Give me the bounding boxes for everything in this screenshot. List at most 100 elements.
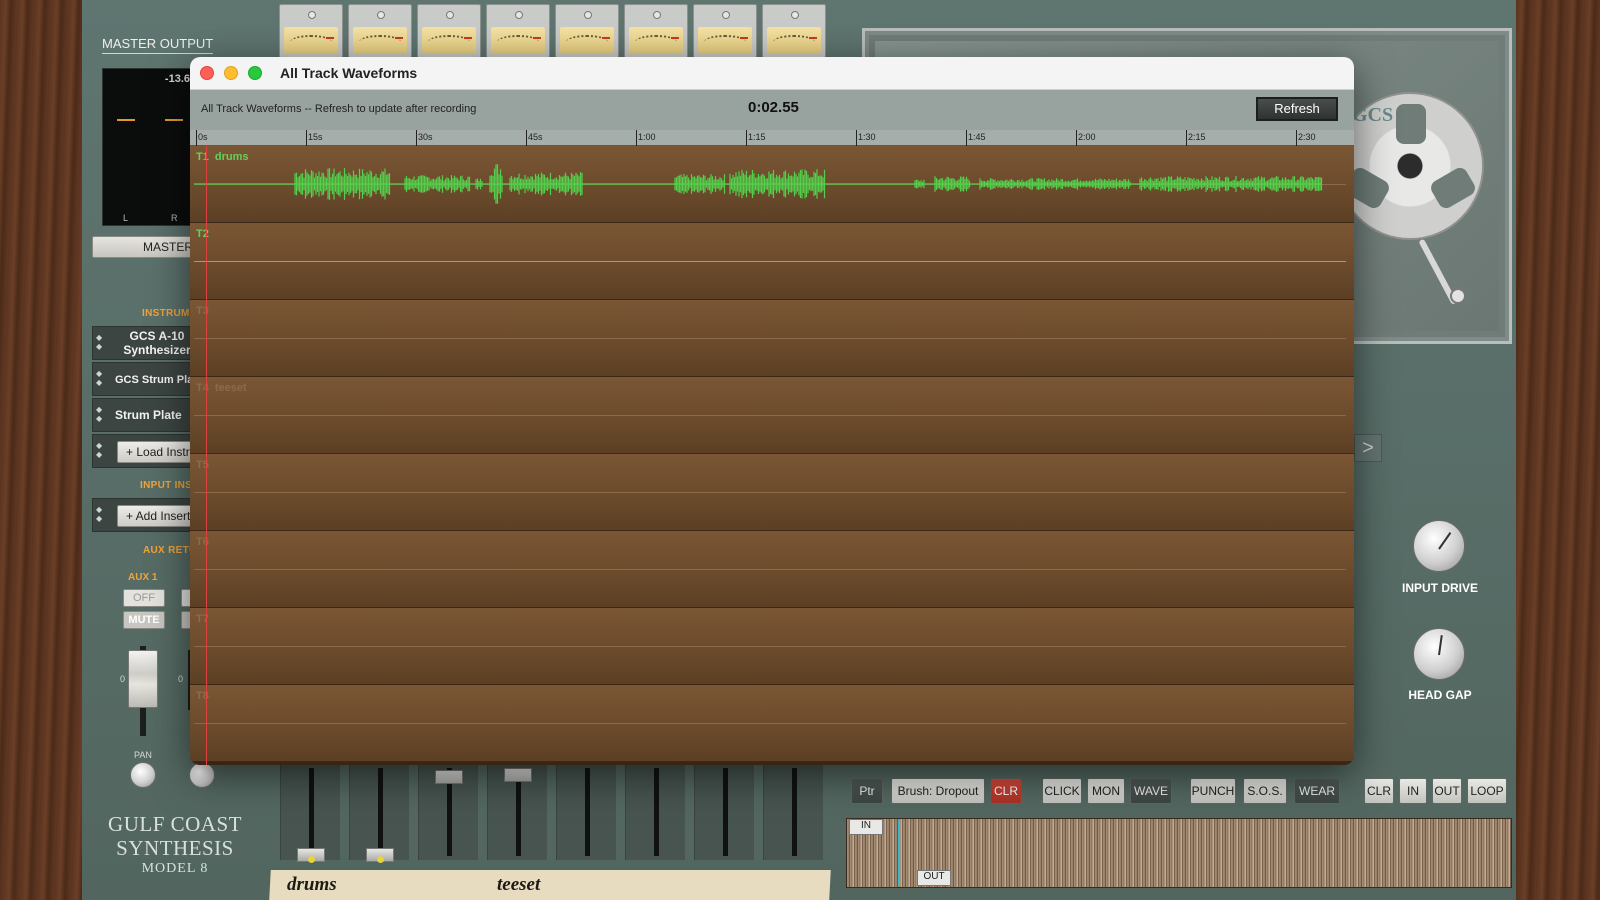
tape-in-marker[interactable]: IN (849, 819, 883, 835)
punch-button[interactable]: PUNCH (1190, 778, 1236, 804)
ruler-label: 1:45 (968, 132, 986, 142)
head-gap-knob[interactable] (1413, 628, 1465, 680)
channel-strip (763, 760, 823, 860)
pointer-button[interactable]: Ptr (851, 778, 883, 804)
track-lane[interactable]: T2 (190, 223, 1354, 300)
drag-handle-icon[interactable]: ◆ ◆ (96, 405, 104, 423)
playback-cursor[interactable] (206, 146, 207, 765)
master-output-label: MASTER OUTPUT (102, 36, 214, 54)
ruler-label: 2:00 (1078, 132, 1096, 142)
ruler-label: 15s (308, 132, 323, 142)
aux2-pan-knob[interactable] (189, 762, 215, 788)
aux1-fader[interactable] (128, 650, 158, 708)
meter-bar-right (165, 119, 183, 121)
head-gap-label: HEAD GAP (1408, 688, 1472, 702)
minimize-icon[interactable] (224, 66, 238, 80)
drag-handle-icon[interactable]: ◆ ◆ (96, 333, 104, 351)
time-ruler[interactable]: 0s 15s 30s 45s 1:00 1:15 1:30 1:45 2:00 2:15 2:30 (190, 130, 1354, 146)
clear-loop-button[interactable]: CLR (1364, 778, 1394, 804)
tape-playhead[interactable] (898, 820, 900, 886)
scribble-strip (269, 870, 831, 900)
ruler-tick (1186, 130, 1187, 146)
ruler-tick (196, 130, 197, 146)
loop-button[interactable]: LOOP (1467, 778, 1507, 804)
lane-centerline (194, 569, 1346, 570)
lane-centerline (194, 261, 1346, 262)
vu-meter (279, 4, 343, 58)
channel-strip (418, 760, 478, 860)
channel-strip (625, 760, 685, 860)
ruler-label: 1:00 (638, 132, 656, 142)
ruler-label: 45s (528, 132, 543, 142)
meter-right-label: R (171, 213, 178, 223)
brush-dropout-button[interactable]: Brush: Dropout (891, 778, 985, 804)
channel-fader[interactable] (504, 768, 532, 782)
channel-name-label[interactable]: drums (287, 874, 337, 896)
maximize-icon[interactable] (248, 66, 262, 80)
next-arrow-button[interactable]: > (1354, 434, 1382, 462)
reel-logo: GCS (1352, 104, 1394, 126)
instrument-name: Strum Plate (115, 408, 182, 422)
aux1-label: AUX 1 (128, 572, 158, 583)
instrument-slot[interactable]: ◆ ◆ GCS Strum Plate (92, 362, 203, 396)
track-lane[interactable]: T5 (190, 454, 1354, 531)
ruler-tick (636, 130, 637, 146)
vu-meter (486, 4, 550, 58)
window-title: All Track Waveforms (280, 65, 418, 81)
track-lanes: T1 drums T2 T3 T4 teeset T5 T6 T7 T8 (190, 146, 1354, 765)
instrument-slot: ◆◆ + Load Instrument (92, 434, 203, 468)
vu-meter (417, 4, 481, 58)
close-icon[interactable] (200, 66, 214, 80)
drag-handle-icon[interactable]: ◆ ◆ (96, 369, 104, 387)
fader-zero-label: 0 (120, 674, 126, 684)
waveforms-window: All Track Waveforms All Track Waveforms … (190, 57, 1354, 765)
tape-out-marker[interactable]: OUT (917, 870, 951, 886)
track-lane[interactable]: T6 (190, 531, 1354, 608)
track-lane[interactable]: T1 drums (190, 146, 1354, 223)
track-lane[interactable]: T7 (190, 608, 1354, 685)
ruler-label: 1:30 (858, 132, 876, 142)
aux1-mute-button[interactable]: MUTE (123, 611, 165, 629)
channel-strip (694, 760, 754, 860)
track-lane[interactable]: T3 (190, 300, 1354, 377)
brand-logo: GULF COAST SYNTHESIS MODEL 8 (108, 812, 242, 876)
channel-name-label[interactable]: teeset (497, 874, 540, 896)
ruler-tick (856, 130, 857, 146)
aux1-off-button[interactable]: OFF (123, 589, 165, 607)
clear-brush-button[interactable]: CLR (990, 778, 1022, 804)
channel-strip (556, 760, 616, 860)
loop-in-button[interactable]: IN (1399, 778, 1427, 804)
fader-zero-label: 0 (178, 674, 184, 684)
drag-handle-icon[interactable]: ◆ ◆ (96, 505, 104, 523)
click-button[interactable]: CLICK (1042, 778, 1082, 804)
wave-button[interactable]: WAVE (1130, 778, 1172, 804)
wear-button[interactable]: WEAR (1294, 778, 1340, 804)
lane-centerline (194, 338, 1346, 339)
monitor-button[interactable]: MON (1087, 778, 1125, 804)
vu-meter (555, 4, 619, 58)
ruler-label: 30s (418, 132, 433, 142)
instrument-slot[interactable]: ◆ ◆ Strum Plate (92, 398, 202, 432)
instrument-slot[interactable]: ◆ ◆ GCS A-10 Synthesizer (92, 326, 202, 360)
sos-button[interactable]: S.O.S. (1243, 778, 1287, 804)
track-lane[interactable]: T8 (190, 685, 1354, 762)
ruler-tick (1296, 130, 1297, 146)
ruler-tick (1076, 130, 1077, 146)
ruler-label: 1:15 (748, 132, 766, 142)
insert-slot: ◆ ◆ + Add Insert (92, 498, 203, 532)
master-meter: -13.6 L R (102, 68, 197, 226)
window-titlebar[interactable]: All Track Waveforms (190, 57, 1354, 90)
vu-meter (762, 4, 826, 58)
channel-fader[interactable] (435, 770, 463, 784)
aux1-pan-knob[interactable] (130, 762, 156, 788)
track-lane[interactable]: T4 teeset (190, 377, 1354, 454)
vu-meter (693, 4, 757, 58)
drag-handle-icon[interactable]: ◆ ◆ (96, 441, 104, 459)
loop-out-button[interactable]: OUT (1432, 778, 1462, 804)
refresh-button[interactable]: Refresh (1256, 97, 1338, 121)
channel-strip (280, 760, 340, 863)
info-bar: All Track Waveforms -- Refresh to update… (190, 90, 1354, 130)
input-drive-knob[interactable] (1413, 520, 1465, 572)
master-button[interactable]: MASTER (92, 236, 202, 258)
ruler-tick (306, 130, 307, 146)
